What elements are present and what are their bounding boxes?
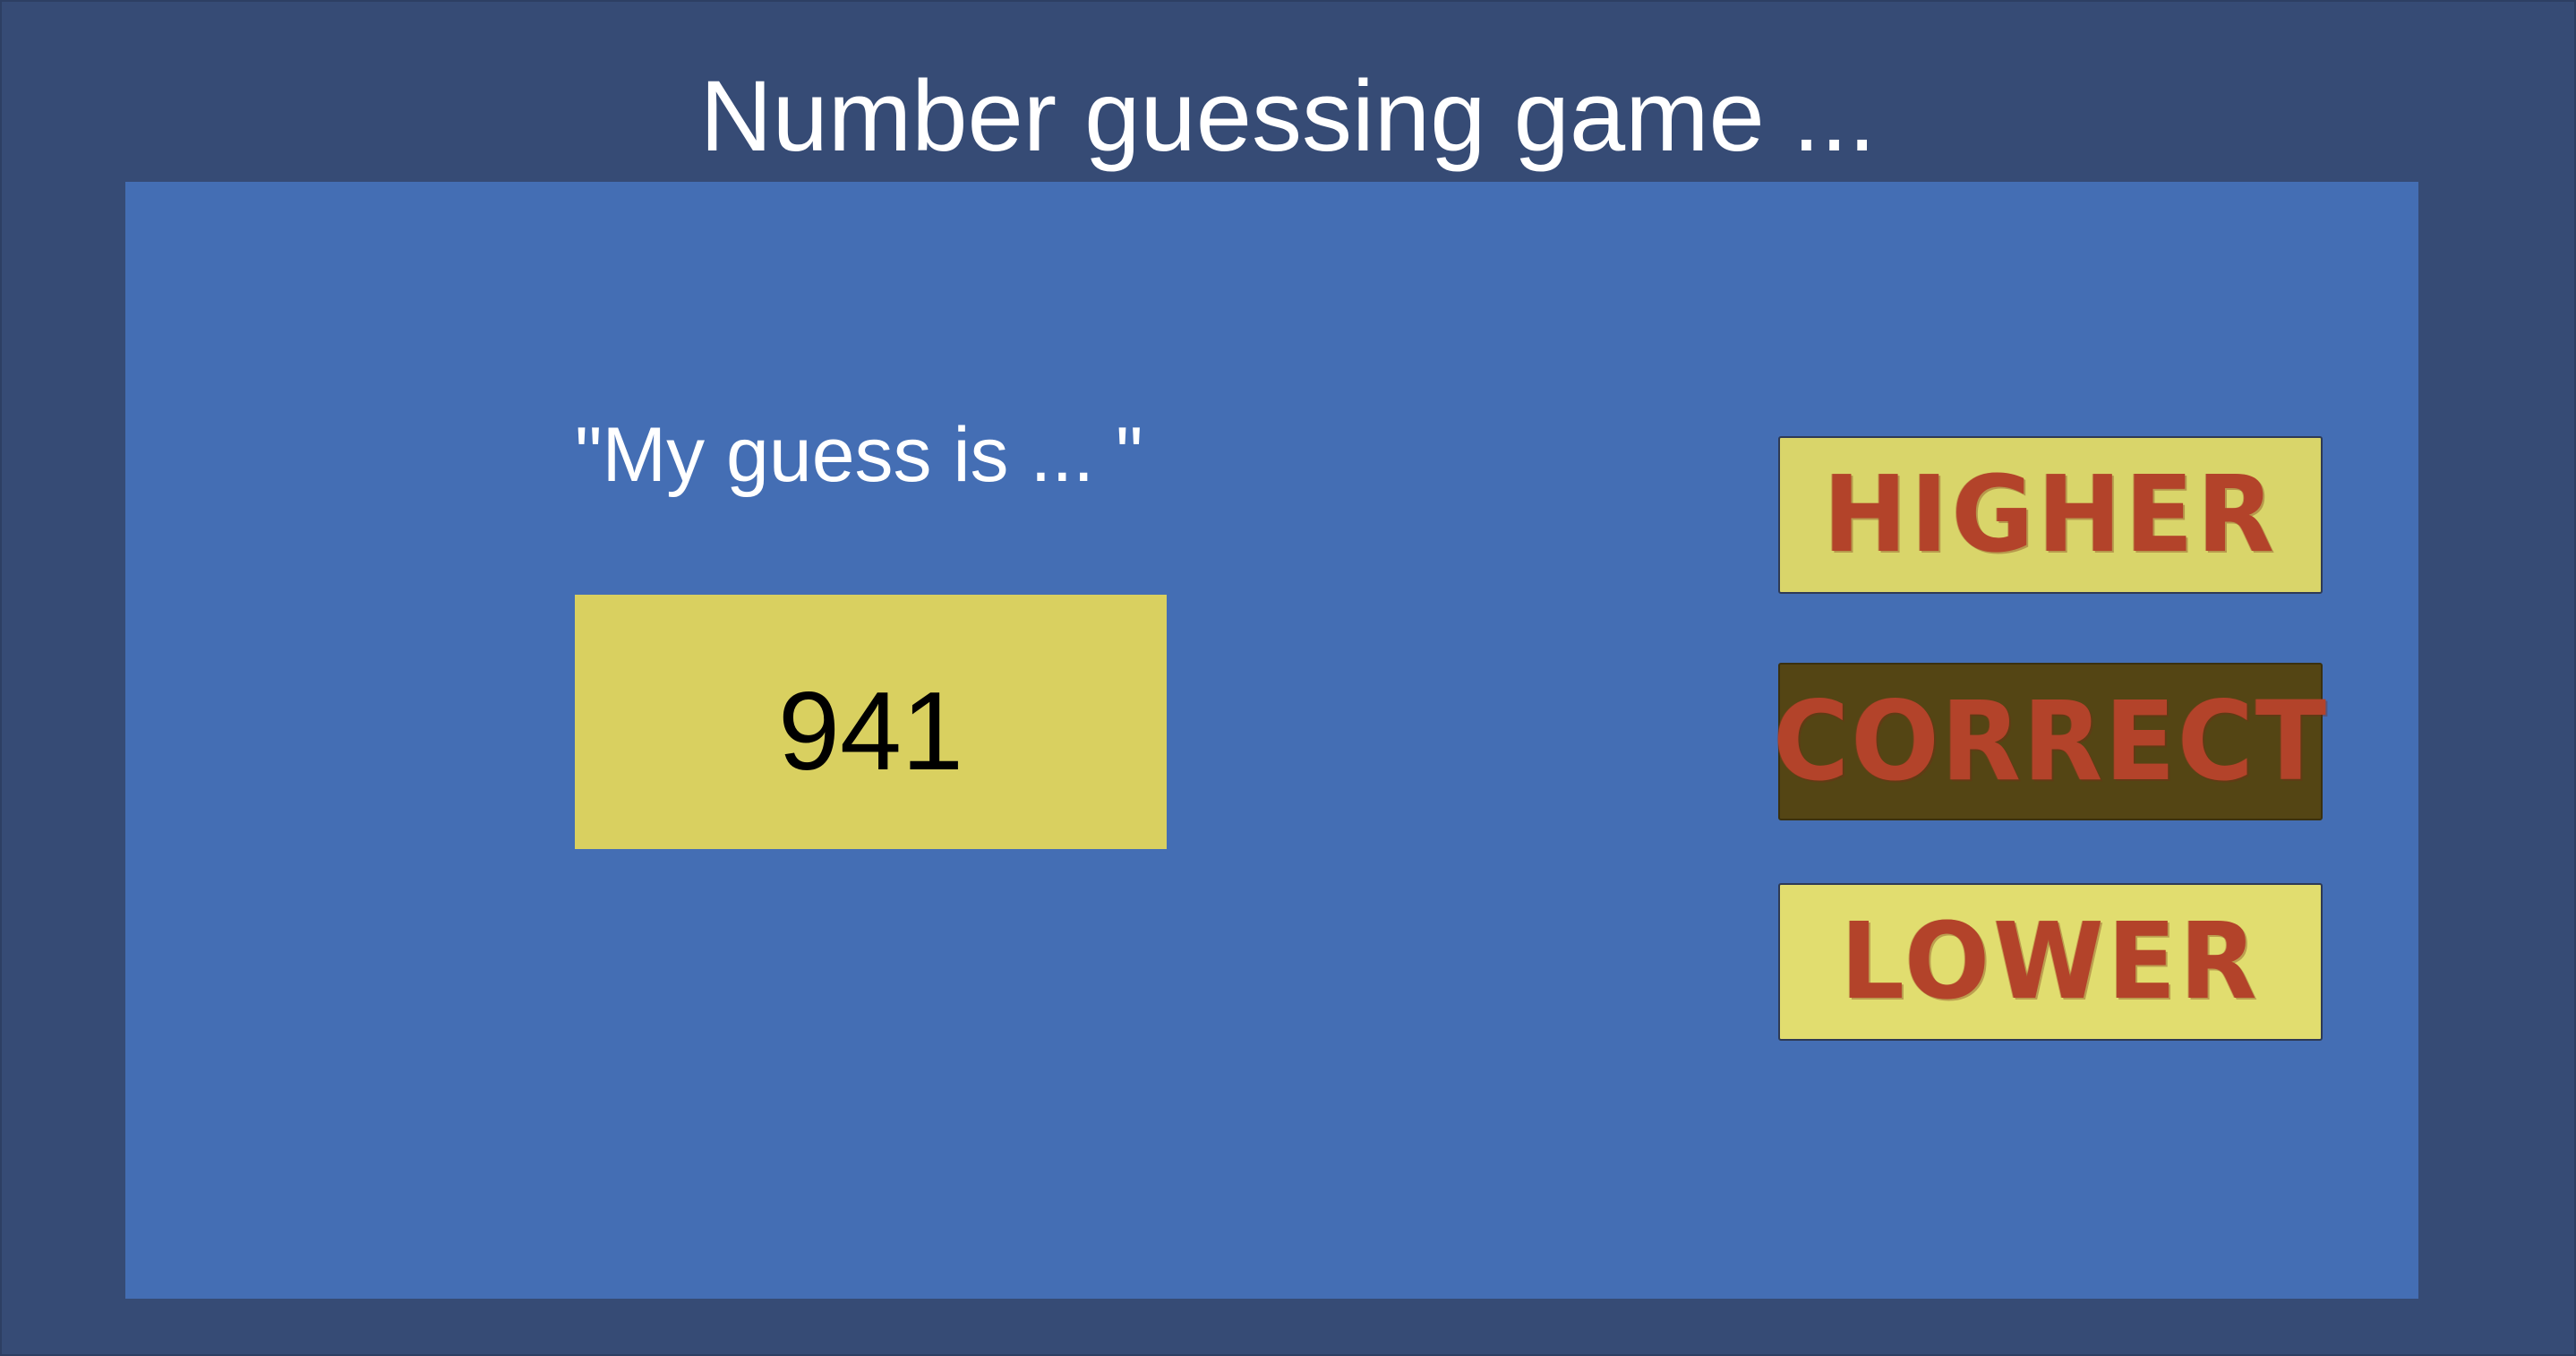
higher-button[interactable]: HIGHER bbox=[1778, 436, 2323, 594]
correct-button-label: CORRECT bbox=[1773, 678, 2328, 805]
lower-button-label: LOWER bbox=[1840, 900, 2261, 1024]
guess-display: 941 bbox=[575, 595, 1167, 849]
guess-label: "My guess is ... " bbox=[575, 412, 1143, 498]
game-title: Number guessing game ... bbox=[699, 60, 1877, 172]
correct-button[interactable]: CORRECT bbox=[1773, 663, 2326, 820]
game-panel: "My guess is ... " 941 HIGHER CORRECT LO… bbox=[125, 182, 2418, 1299]
higher-button-label: HIGHER bbox=[1823, 453, 2278, 577]
lower-button[interactable]: LOWER bbox=[1778, 883, 2323, 1041]
guess-value: 941 bbox=[778, 670, 963, 794]
